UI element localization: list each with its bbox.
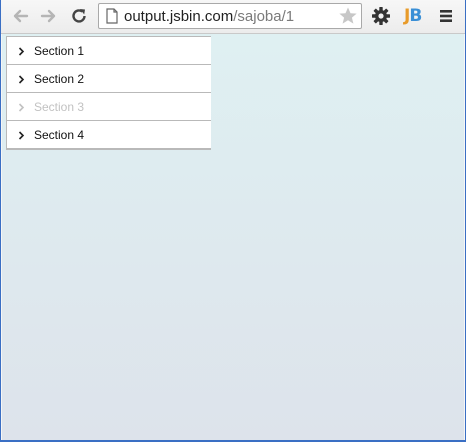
settings-button[interactable] [369,5,393,27]
accordion-item-label: Section 2 [34,72,85,86]
reload-button[interactable] [67,5,91,27]
extension-letter-b: B [409,6,422,26]
accordion-item-label: Section 3 [34,100,85,114]
arrow-left-icon [13,9,29,23]
accordion-item-section-1[interactable]: Section 1 [7,37,211,65]
chevron-right-icon [18,75,25,84]
accordion-item-section-2[interactable]: Section 2 [7,65,211,93]
bookmark-star-button[interactable] [338,6,358,31]
page-icon [106,8,118,29]
hamburger-menu-icon [440,10,452,22]
accordion-item-section-3: Section 3 [7,93,211,121]
jsbin-extension-button[interactable]: JB [404,6,422,26]
accordion: Section 1 Section 2 Section 3 Section 4 [6,36,211,150]
address-bar[interactable]: output.jsbin.com/sajoba/1 [98,3,362,29]
chevron-right-icon [18,47,25,56]
chevron-right-icon [18,131,25,140]
accordion-item-label: Section 4 [34,128,85,142]
gear-icon [372,7,390,25]
browser-toolbar: output.jsbin.com/sajoba/1 JB [1,0,465,34]
forward-button[interactable] [37,5,61,27]
accordion-item-label: Section 1 [34,44,85,58]
chevron-right-icon [18,103,25,112]
url-host: output.jsbin.com [124,8,234,25]
menu-button[interactable] [434,5,458,27]
arrow-right-icon [40,9,56,23]
browser-window: output.jsbin.com/sajoba/1 JB Section 1 S… [1,0,465,440]
url-path: /sajoba/1 [233,8,295,25]
accordion-item-section-4[interactable]: Section 4 [7,121,211,149]
page-content: Section 1 Section 2 Section 3 Section 4 [2,34,464,440]
reload-icon [72,9,86,23]
url-text[interactable]: output.jsbin.com/sajoba/1 [124,8,294,25]
star-icon [339,7,357,24]
back-button[interactable] [8,5,32,27]
